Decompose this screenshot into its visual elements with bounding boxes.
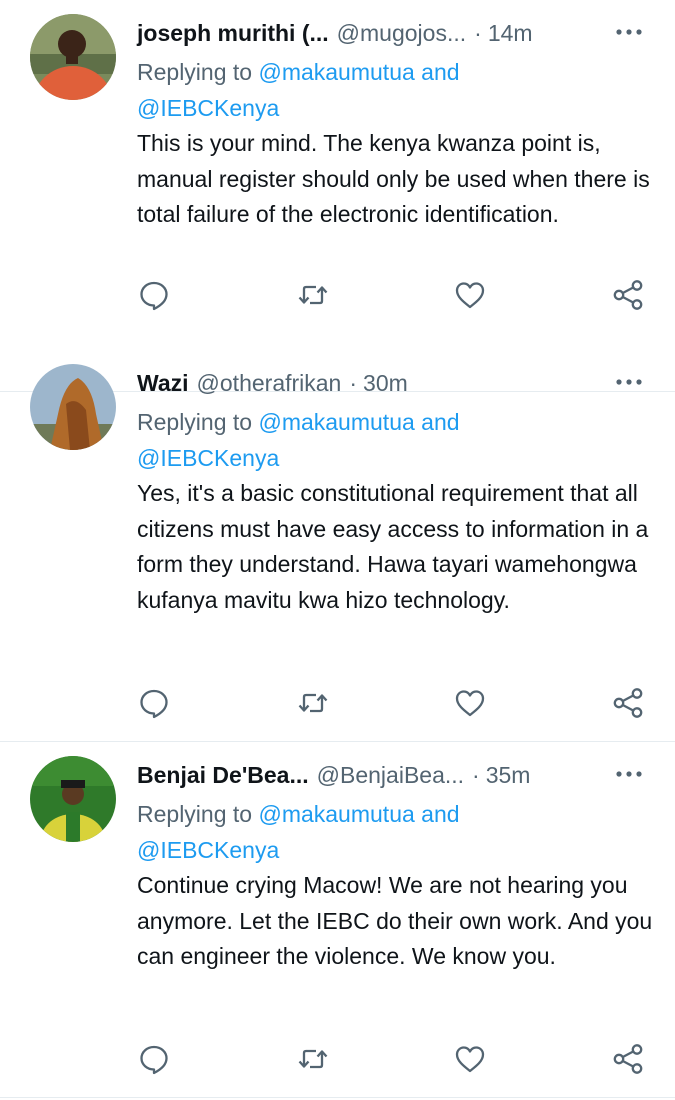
mention-and[interactable]: and	[421, 801, 459, 827]
tweet[interactable]: Benjai De'Bea... @BenjaiBea... · 35m Rep…	[0, 742, 675, 1098]
replying-prefix: Replying to	[137, 409, 253, 435]
author-handle[interactable]: @otherafrikan	[197, 370, 342, 397]
tweet-actions	[137, 686, 645, 726]
tweet-text: This is your mind. The kenya kwanza poin…	[137, 130, 650, 227]
reply-icon[interactable]	[137, 1042, 171, 1076]
timestamp[interactable]: 14m	[488, 20, 533, 47]
timestamp[interactable]: 35m	[486, 762, 531, 789]
separator-dot: ·	[474, 19, 482, 46]
author-name[interactable]: joseph murithi (...	[137, 20, 329, 47]
mention-link[interactable]: @makaumutua	[258, 409, 414, 435]
share-icon[interactable]	[611, 1042, 645, 1076]
share-icon[interactable]	[611, 278, 645, 312]
heart-icon[interactable]	[453, 278, 487, 312]
heart-icon[interactable]	[453, 686, 487, 720]
replying-to: Replying to @makaumutua and @IEBCKenya	[137, 796, 655, 868]
retweet-icon[interactable]	[296, 1042, 330, 1076]
retweet-icon[interactable]	[296, 278, 330, 312]
author-handle[interactable]: @BenjaiBea...	[317, 762, 464, 789]
tweet-actions	[137, 1042, 645, 1082]
author-handle[interactable]: @mugojos...	[337, 20, 466, 47]
mention-link[interactable]: @IEBCKenya	[137, 837, 279, 863]
mention-link[interactable]: @IEBCKenya	[137, 445, 279, 471]
avatar[interactable]	[30, 756, 116, 842]
tweet[interactable]: Wazi @otherafrikan · 30m Replying to @ma…	[0, 350, 675, 742]
mention-link[interactable]: @makaumutua	[258, 801, 414, 827]
tweet-actions	[137, 278, 645, 318]
avatar[interactable]	[30, 14, 116, 100]
replying-prefix: Replying to	[137, 59, 253, 85]
retweet-icon[interactable]	[296, 686, 330, 720]
reply-icon[interactable]	[137, 686, 171, 720]
mention-and[interactable]: and	[421, 409, 459, 435]
separator-dot: ·	[349, 369, 358, 396]
share-icon[interactable]	[611, 686, 645, 720]
heart-icon[interactable]	[453, 1042, 487, 1076]
reply-icon[interactable]	[137, 278, 171, 312]
tweet-text: Yes, it's a basic constitutional require…	[137, 480, 649, 613]
more-icon[interactable]	[615, 22, 643, 42]
tweet[interactable]: joseph murithi (... @mugojos... · 14m Re…	[0, 0, 675, 392]
replying-to: Replying to @makaumutua and @IEBCKenya	[137, 404, 655, 476]
author-name[interactable]: Benjai De'Bea...	[137, 762, 309, 789]
separator-dot: ·	[472, 761, 480, 788]
avatar[interactable]	[30, 364, 116, 450]
mention-link[interactable]: @makaumutua	[258, 59, 414, 85]
mention-and[interactable]: and	[421, 59, 459, 85]
author-name[interactable]: Wazi	[137, 370, 189, 397]
replying-to: Replying to @makaumutua and @IEBCKenya	[137, 54, 655, 126]
more-icon[interactable]	[615, 764, 643, 784]
timestamp[interactable]: 30m	[363, 370, 408, 397]
more-icon[interactable]	[615, 372, 643, 392]
tweet-text: Continue crying Macow! We are not hearin…	[137, 872, 653, 969]
replying-prefix: Replying to	[137, 801, 253, 827]
mention-link[interactable]: @IEBCKenya	[137, 95, 279, 121]
